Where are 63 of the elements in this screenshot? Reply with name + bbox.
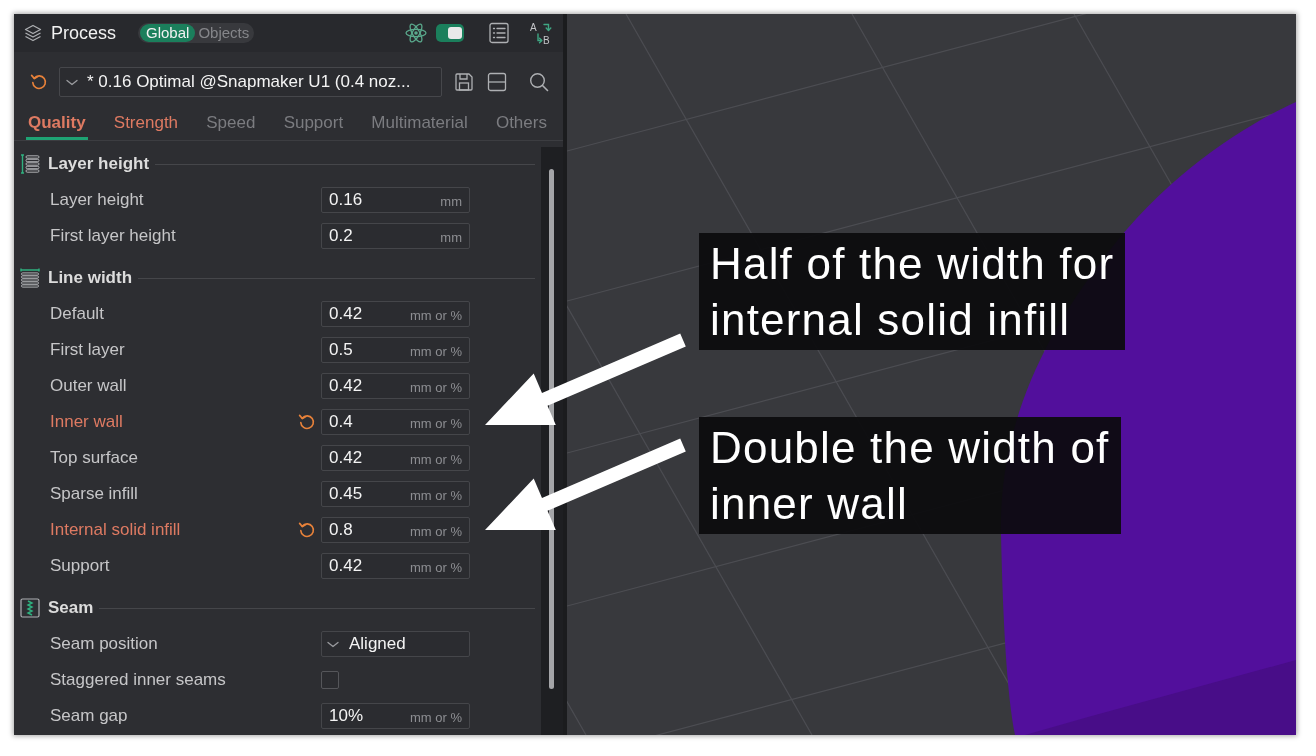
annotation-caption: Double the width of inner wall bbox=[699, 417, 1121, 534]
number-field[interactable]: 0.4 mm or % bbox=[321, 409, 470, 435]
unit-label: mm or % bbox=[410, 486, 462, 505]
tab[interactable]: Quality bbox=[26, 109, 88, 140]
setting-label: Staggered inner seams bbox=[50, 669, 226, 692]
setting-label: Internal solid infill bbox=[50, 519, 181, 542]
number-field[interactable]: 10% mm or % bbox=[321, 703, 470, 729]
reset-icon[interactable] bbox=[30, 73, 48, 91]
setting-label: Support bbox=[50, 555, 110, 578]
annotation-caption: Half of the width for internal solid infill bbox=[699, 233, 1126, 350]
layers-icon bbox=[24, 24, 42, 42]
setting-label: Layer height bbox=[50, 189, 144, 212]
search-icon[interactable] bbox=[529, 72, 549, 92]
section-title: Seam bbox=[48, 597, 94, 620]
minus-square-icon[interactable] bbox=[487, 72, 507, 92]
reset-icon[interactable] bbox=[298, 521, 316, 539]
number-field[interactable]: 0.42 mm or % bbox=[321, 445, 470, 471]
caret-icon bbox=[327, 640, 339, 648]
section-title: Line width bbox=[48, 267, 133, 290]
unit-label: mm or % bbox=[410, 450, 462, 469]
save-icon[interactable] bbox=[454, 72, 474, 92]
section-title: Layer height bbox=[48, 153, 150, 176]
setting-label: Outer wall bbox=[50, 375, 127, 398]
setting-label: Default bbox=[50, 303, 104, 326]
unit-label: mm or % bbox=[410, 708, 462, 727]
unit-label: mm or % bbox=[410, 522, 462, 541]
panel-title: Process bbox=[51, 21, 117, 45]
setting-label: First layer height bbox=[50, 225, 176, 248]
unit-label: mm bbox=[440, 192, 462, 211]
preset-dropdown[interactable]: * 0.16 Optimal @Snapmaker U1 (0.4 noz... bbox=[59, 67, 442, 97]
number-field[interactable]: 0.16 mm bbox=[321, 187, 470, 213]
number-field[interactable]: 0.5 mm or % bbox=[321, 337, 470, 363]
setting-label: Seam gap bbox=[50, 705, 128, 728]
setting-label: Sparse infill bbox=[50, 483, 138, 506]
unit-label: mm or % bbox=[410, 558, 462, 577]
unit-label: mm or % bbox=[410, 378, 462, 397]
caret-icon bbox=[66, 78, 78, 86]
number-field[interactable]: 0.42 mm or % bbox=[321, 553, 470, 579]
line-stack-icon bbox=[20, 268, 40, 288]
unit-label: mm or % bbox=[410, 414, 462, 433]
number-field[interactable]: 0.42 mm or % bbox=[321, 373, 470, 399]
atom-icon[interactable] bbox=[405, 23, 427, 43]
number-field[interactable]: 0.2 mm bbox=[321, 223, 470, 249]
reset-icon[interactable] bbox=[298, 413, 316, 431]
tab[interactable]: Strength bbox=[111, 109, 181, 140]
zigzag-square-icon bbox=[20, 598, 40, 618]
number-field[interactable]: 0.8 mm or % bbox=[321, 517, 470, 543]
list-icon[interactable] bbox=[488, 22, 510, 44]
number-field[interactable]: 0.42 mm or % bbox=[321, 301, 470, 327]
setting-label: Inner wall bbox=[50, 411, 123, 434]
checkbox[interactable] bbox=[321, 671, 339, 689]
toggle-switch[interactable] bbox=[436, 24, 464, 42]
setting-label: Seam position bbox=[50, 633, 158, 656]
unit-label: mm or % bbox=[410, 306, 462, 325]
unit-label: mm or % bbox=[410, 342, 462, 361]
setting-label: Top surface bbox=[50, 447, 138, 470]
scope-option[interactable]: Global bbox=[140, 24, 196, 42]
scrollbar-thumb[interactable] bbox=[549, 169, 554, 689]
setting-label: First layer bbox=[50, 339, 125, 362]
number-field[interactable]: 0.45 mm or % bbox=[321, 481, 470, 507]
layer-stack-icon bbox=[20, 154, 40, 174]
unit-label: mm bbox=[440, 228, 462, 247]
dropdown-field[interactable]: Aligned bbox=[321, 631, 470, 657]
